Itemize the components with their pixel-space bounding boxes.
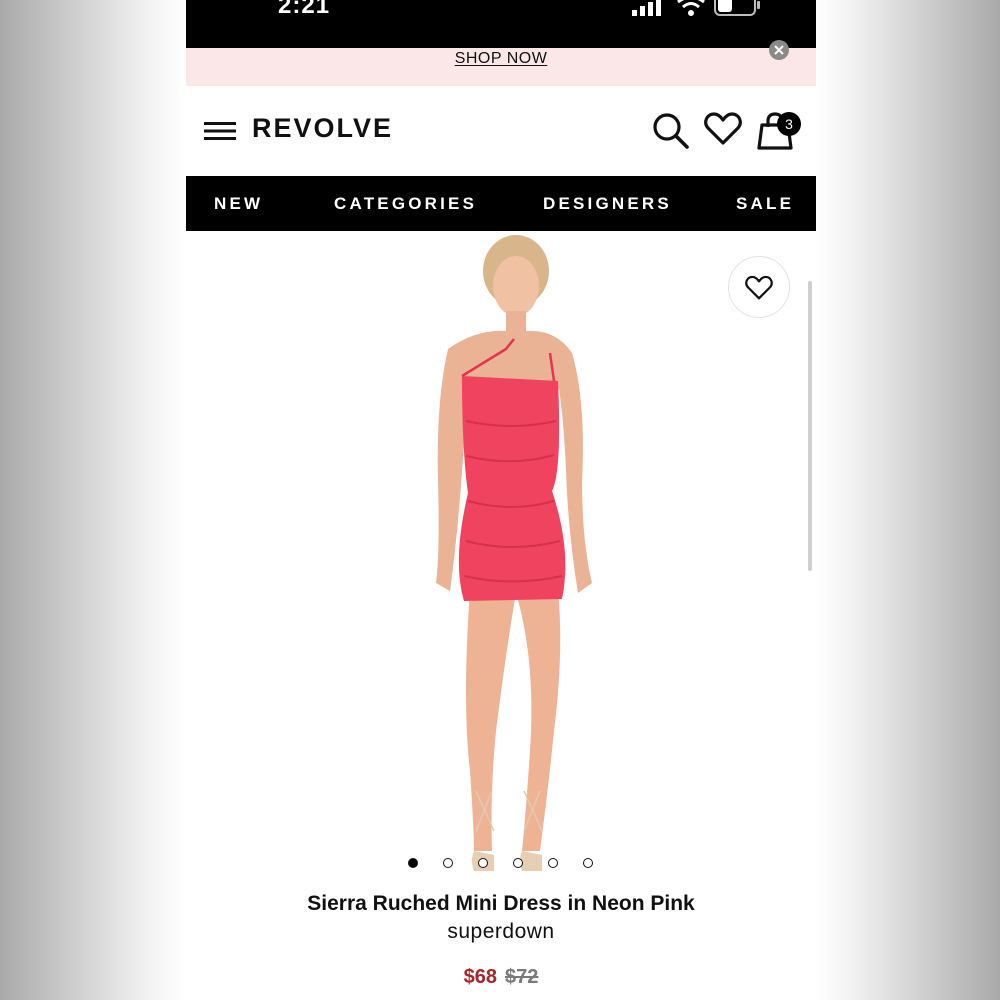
nav-item-designers[interactable]: DESIGNERS [543,194,672,214]
nav-item-new[interactable]: NEW [214,194,263,214]
search-icon[interactable] [652,112,690,150]
battery-icon [714,0,760,16]
gallery-dot[interactable] [583,858,593,868]
product-title: Sierra Ruched Mini Dress in Neon Pink [307,892,695,915]
gallery-dot[interactable] [548,858,558,868]
scrollbar[interactable] [808,281,812,571]
promo-banner: SHOP NOW [186,40,816,86]
wifi-icon [677,0,705,16]
model-photo [436,235,592,871]
gallery-dot[interactable] [443,858,453,868]
gallery-dot[interactable] [408,858,418,868]
nav-item-sale[interactable]: SALE [736,194,794,214]
gallery-dot[interactable] [513,858,523,868]
site-header: REVOLVE 3 [186,86,816,176]
sale-price: $68 [463,966,497,988]
status-bar: 2:21 [186,0,816,48]
shop-now-link[interactable]: SHOP NOW [186,50,816,68]
cart-count-badge: 3 [777,112,801,136]
menu-icon[interactable] [204,120,236,142]
dress [458,376,566,601]
original-price: $72 [505,966,539,988]
product-image[interactable] [186,231,816,911]
revolve-logo[interactable]: REVOLVE [252,113,393,144]
product-prices: $68 $72 [186,966,816,989]
close-icon[interactable] [769,40,789,60]
main-nav: NEW CATEGORIES DESIGNERS SALE [186,176,816,231]
nav-item-categories[interactable]: CATEGORIES [334,194,477,214]
heart-icon [745,275,773,300]
status-time: 2:21 [278,0,331,19]
signal-icon [632,0,661,16]
heart-icon[interactable] [704,112,742,146]
gallery-dots [406,856,606,872]
favorite-button[interactable] [728,256,790,318]
product-brand[interactable]: superdown [186,920,816,944]
phone-screen: 2:21 SHOP NOW REVOLVE 3 NEW CATEGORIES D… [186,0,816,1000]
gallery-dot[interactable] [478,858,488,868]
